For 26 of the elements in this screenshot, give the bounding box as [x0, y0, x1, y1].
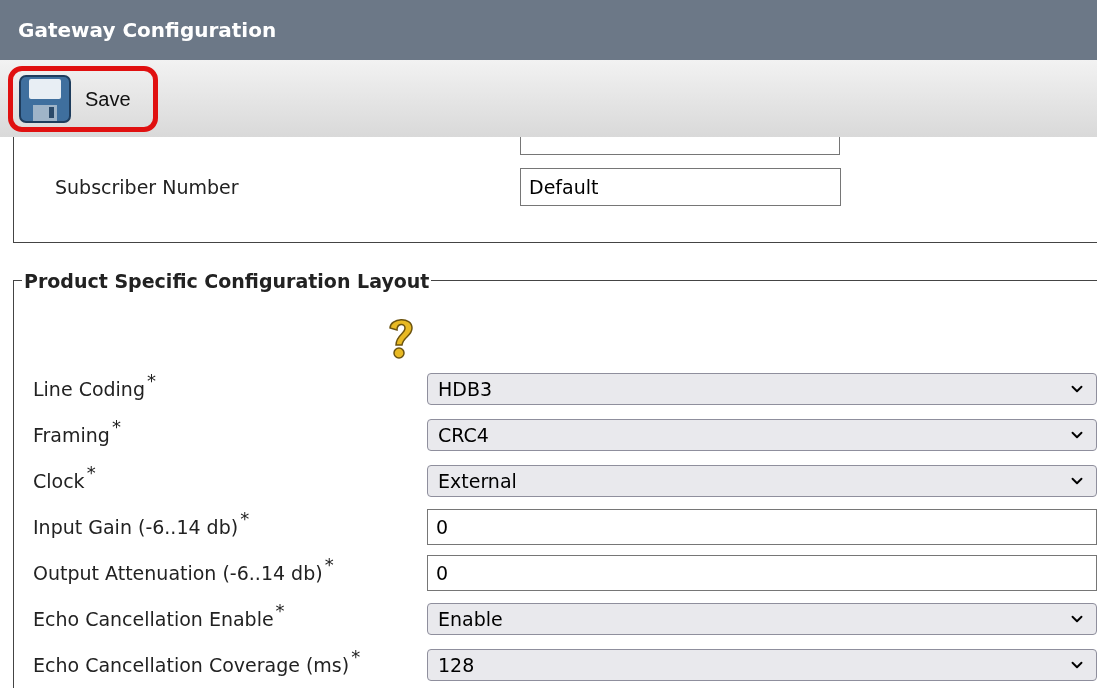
field-label: Echo Cancellation Coverage (ms)	[33, 652, 350, 678]
dropdown-select[interactable]: CRC4	[427, 419, 1097, 451]
field-label: Framing	[33, 422, 110, 448]
required-asterisk: *	[351, 644, 361, 669]
input-field[interactable]: 0	[427, 555, 1097, 591]
save-button[interactable]: Save	[8, 65, 158, 132]
dropdown-select[interactable]: HDB3	[427, 373, 1097, 405]
required-asterisk: *	[240, 506, 250, 531]
field-label: Output Attenuation (-6..14 db)	[33, 560, 323, 586]
input-field[interactable]	[520, 137, 840, 155]
dropdown-select[interactable]: 128	[427, 649, 1097, 681]
required-asterisk: *	[146, 368, 156, 393]
required-asterisk: *	[86, 460, 96, 485]
dropdown-select[interactable]: Enable	[427, 603, 1097, 635]
window-title: Gateway Configuration	[18, 17, 277, 44]
required-asterisk: *	[275, 598, 285, 623]
required-asterisk: *	[324, 552, 334, 577]
input-field[interactable]: 0	[427, 509, 1097, 545]
field-label: Subscriber Number	[55, 174, 240, 200]
required-asterisk: *	[111, 414, 121, 439]
input-field[interactable]: Default	[520, 168, 841, 206]
field-label: Clock	[33, 468, 85, 494]
field-label: Input Gain (-6..14 db)	[33, 514, 239, 540]
field-label: Line Coding	[33, 376, 145, 402]
dropdown-select[interactable]: External	[427, 465, 1097, 497]
field-label: Echo Cancellation Enable	[33, 606, 274, 632]
